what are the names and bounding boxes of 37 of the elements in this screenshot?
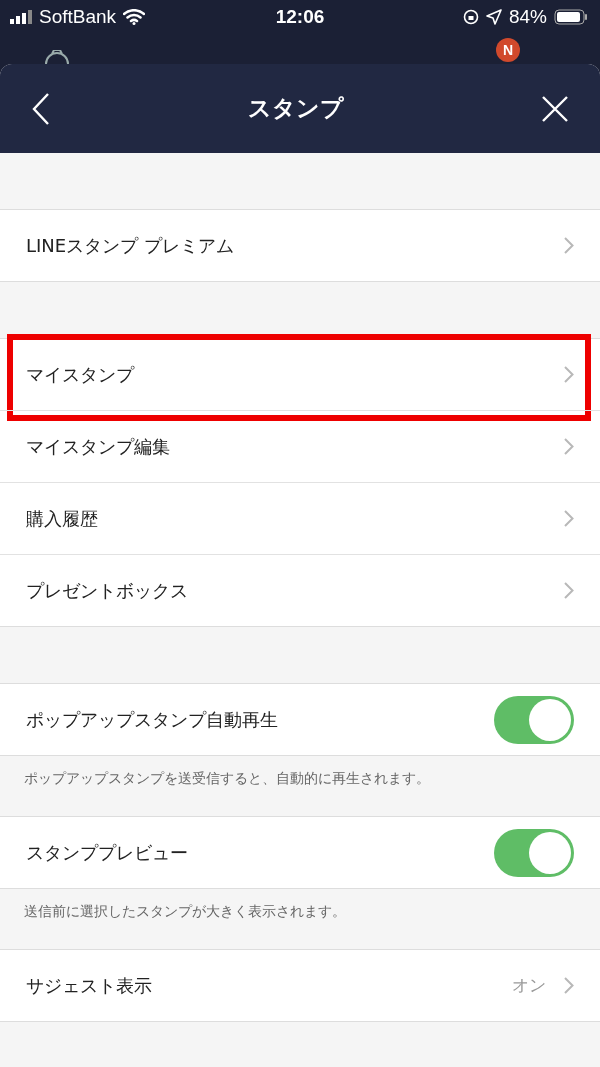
carrier-name: SoftBank — [39, 6, 117, 28]
location-arrow-icon — [485, 9, 502, 25]
notification-badge: N — [496, 38, 520, 62]
item-label: LINEスタンプ プレミアム — [26, 233, 235, 258]
menu-item[interactable]: サジェスト表示 オン — [0, 950, 600, 1021]
chevron-icon — [564, 438, 574, 455]
item-label: スタンププレビュー — [26, 840, 189, 865]
menu-item[interactable]: マイスタンプ — [0, 339, 600, 410]
chevron-icon — [564, 510, 574, 527]
toggle-switch[interactable] — [494, 695, 574, 744]
chevron-icon — [564, 237, 574, 254]
chevron-icon — [564, 366, 574, 383]
chevron-icon — [564, 582, 574, 599]
signal-icon — [10, 10, 32, 24]
rotation-lock-icon — [462, 9, 479, 25]
item-label: マイスタンプ編集 — [26, 434, 171, 459]
menu-item[interactable]: マイスタンプ編集 — [0, 411, 600, 482]
battery-percent: 84% — [508, 6, 547, 28]
item-label: マイスタンプ — [26, 362, 136, 387]
chevron-icon — [564, 977, 574, 994]
close-icon[interactable] — [542, 95, 568, 122]
item-value: オン — [512, 974, 546, 997]
screen-title: スタンプ — [248, 94, 344, 123]
item-label: プレゼントボックス — [26, 578, 189, 603]
description-text: 送信前に選択したスタンプが大きく表示されます。 — [23, 902, 347, 921]
menu-item[interactable]: プレゼントボックス — [0, 555, 600, 626]
menu-item[interactable]: 購入履歴 — [0, 483, 600, 554]
back-icon[interactable] — [32, 92, 50, 125]
wifi-icon — [123, 9, 146, 25]
battery-icon — [554, 9, 588, 25]
menu-item[interactable]: LINEスタンプ プレミアム — [0, 210, 600, 281]
item-label: サジェスト表示 — [26, 973, 153, 998]
item-label: ポップアップスタンプ自動再生 — [26, 707, 279, 732]
description-text: ポップアップスタンプを送受信すると、自動的に再生されます。 — [23, 769, 431, 788]
toggle-switch[interactable] — [494, 828, 574, 877]
clock-time: 12:06 — [275, 6, 325, 28]
item-label: 購入履歴 — [26, 506, 99, 531]
